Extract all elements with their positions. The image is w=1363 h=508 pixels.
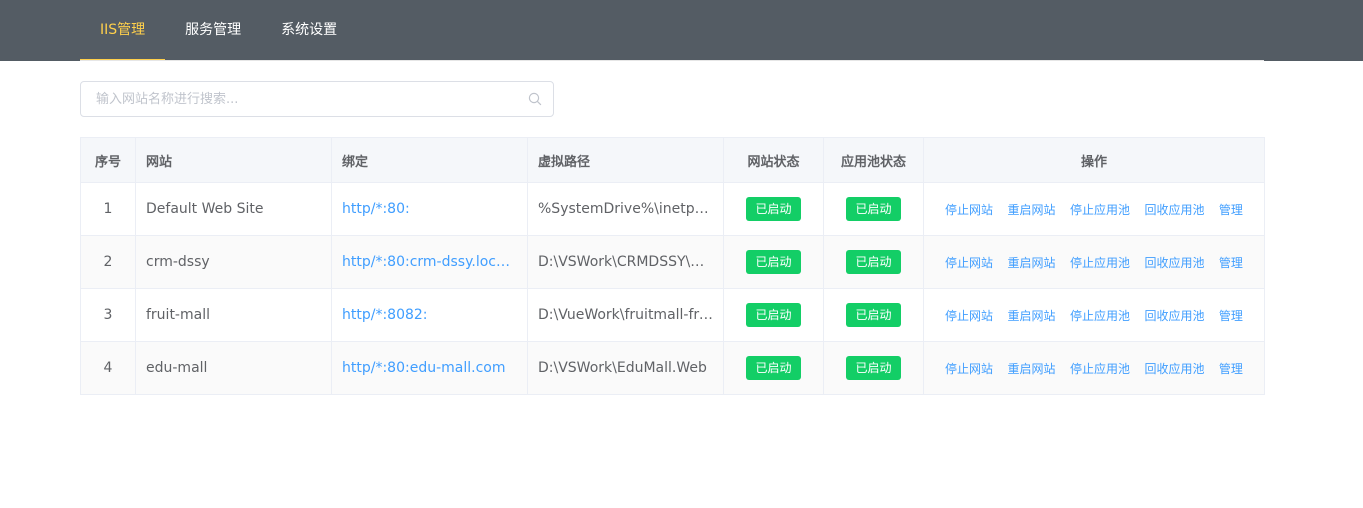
cell-site-status: 已启动	[723, 182, 824, 236]
tab-service-management[interactable]: 服务管理	[165, 0, 261, 61]
cell-virtual-path: D:\VSWork\EduMall.Web	[527, 341, 724, 395]
stop-pool-button[interactable]: 停止应用池	[1070, 362, 1130, 376]
cell-site-name: crm-dssy	[135, 235, 332, 289]
site-status-badge: 已启动	[746, 250, 801, 274]
restart-site-button[interactable]: 重启网站	[1008, 256, 1056, 270]
cell-index: 2	[80, 235, 136, 289]
binding-link[interactable]: http/*:80:	[331, 182, 528, 236]
cell-actions: 停止网站 重启网站 停止应用池 回收应用池 管理	[923, 341, 1265, 395]
site-status-badge: 已启动	[746, 356, 801, 380]
binding-link[interactable]: http/*:80:crm-dssy.localhost	[331, 235, 528, 289]
restart-site-button[interactable]: 重启网站	[1008, 362, 1056, 376]
cell-virtual-path: %SystemDrive%\inetpub\wwwroot	[527, 182, 724, 236]
stop-site-button[interactable]: 停止网站	[945, 203, 993, 217]
stop-pool-button[interactable]: 停止应用池	[1070, 256, 1130, 270]
restart-site-button[interactable]: 重启网站	[1008, 203, 1056, 217]
cell-pool-status: 已启动	[823, 288, 924, 342]
cell-virtual-path: D:\VSWork\CRMDSSY\CRMDSSY.Web	[527, 235, 724, 289]
recycle-pool-button[interactable]: 回收应用池	[1144, 256, 1204, 270]
stop-site-button[interactable]: 停止网站	[945, 256, 993, 270]
cell-pool-status: 已启动	[823, 182, 924, 236]
cell-actions: 停止网站 重启网站 停止应用池 回收应用池 管理	[923, 235, 1265, 289]
column-header-index: 序号	[80, 137, 136, 183]
cell-site-name: Default Web Site	[135, 182, 332, 236]
search-icon[interactable]	[528, 92, 542, 106]
site-table: 序号 网站 绑定 虚拟路径 网站状态 应用池状态 操作 1 Default We…	[80, 137, 1265, 395]
tab-system-settings[interactable]: 系统设置	[261, 0, 357, 61]
pool-status-badge: 已启动	[846, 356, 901, 380]
pool-status-badge: 已启动	[846, 303, 901, 327]
divider	[80, 60, 1264, 61]
cell-index: 3	[80, 288, 136, 342]
search-input[interactable]	[81, 82, 516, 116]
stop-pool-button[interactable]: 停止应用池	[1070, 203, 1130, 217]
binding-link[interactable]: http/*:80:edu-mall.com	[331, 341, 528, 395]
column-header-binding: 绑定	[331, 137, 528, 183]
manage-button[interactable]: 管理	[1219, 309, 1243, 323]
binding-link[interactable]: http/*:8082:	[331, 288, 528, 342]
top-navigation-bar: IIS管理 服务管理 系统设置	[0, 0, 1363, 61]
cell-actions: 停止网站 重启网站 停止应用池 回收应用池 管理	[923, 288, 1265, 342]
cell-index: 4	[80, 341, 136, 395]
cell-actions: 停止网站 重启网站 停止应用池 回收应用池 管理	[923, 182, 1265, 236]
cell-site-name: fruit-mall	[135, 288, 332, 342]
stop-site-button[interactable]: 停止网站	[945, 309, 993, 323]
cell-index: 1	[80, 182, 136, 236]
table-row: 1 Default Web Site http/*:80: %SystemDri…	[80, 182, 1265, 236]
manage-button[interactable]: 管理	[1219, 362, 1243, 376]
site-status-badge: 已启动	[746, 303, 801, 327]
manage-button[interactable]: 管理	[1219, 203, 1243, 217]
recycle-pool-button[interactable]: 回收应用池	[1144, 362, 1204, 376]
recycle-pool-button[interactable]: 回收应用池	[1144, 309, 1204, 323]
column-header-pool-status: 应用池状态	[823, 137, 924, 183]
stop-site-button[interactable]: 停止网站	[945, 362, 993, 376]
pool-status-badge: 已启动	[846, 250, 901, 274]
site-status-badge: 已启动	[746, 197, 801, 221]
cell-virtual-path: D:\VueWork\fruitmall-front	[527, 288, 724, 342]
manage-button[interactable]: 管理	[1219, 256, 1243, 270]
search-box	[80, 81, 554, 117]
cell-pool-status: 已启动	[823, 235, 924, 289]
cell-pool-status: 已启动	[823, 341, 924, 395]
restart-site-button[interactable]: 重启网站	[1008, 309, 1056, 323]
cell-site-name: edu-mall	[135, 341, 332, 395]
table-header-row: 序号 网站 绑定 虚拟路径 网站状态 应用池状态 操作	[80, 137, 1265, 183]
column-header-site-status: 网站状态	[723, 137, 824, 183]
table-row: 4 edu-mall http/*:80:edu-mall.com D:\VSW…	[80, 341, 1265, 395]
cell-site-status: 已启动	[723, 341, 824, 395]
tab-iis-management[interactable]: IIS管理	[80, 0, 166, 61]
column-header-actions: 操作	[923, 137, 1265, 183]
pool-status-badge: 已启动	[846, 197, 901, 221]
column-header-path: 虚拟路径	[527, 137, 724, 183]
cell-site-status: 已启动	[723, 288, 824, 342]
table-row: 3 fruit-mall http/*:8082: D:\VueWork\fru…	[80, 288, 1265, 342]
cell-site-status: 已启动	[723, 235, 824, 289]
nav-tabs: IIS管理 服务管理 系统设置	[80, 0, 357, 61]
column-header-site: 网站	[135, 137, 332, 183]
recycle-pool-button[interactable]: 回收应用池	[1144, 203, 1204, 217]
stop-pool-button[interactable]: 停止应用池	[1070, 309, 1130, 323]
table-row: 2 crm-dssy http/*:80:crm-dssy.localhost …	[80, 235, 1265, 289]
